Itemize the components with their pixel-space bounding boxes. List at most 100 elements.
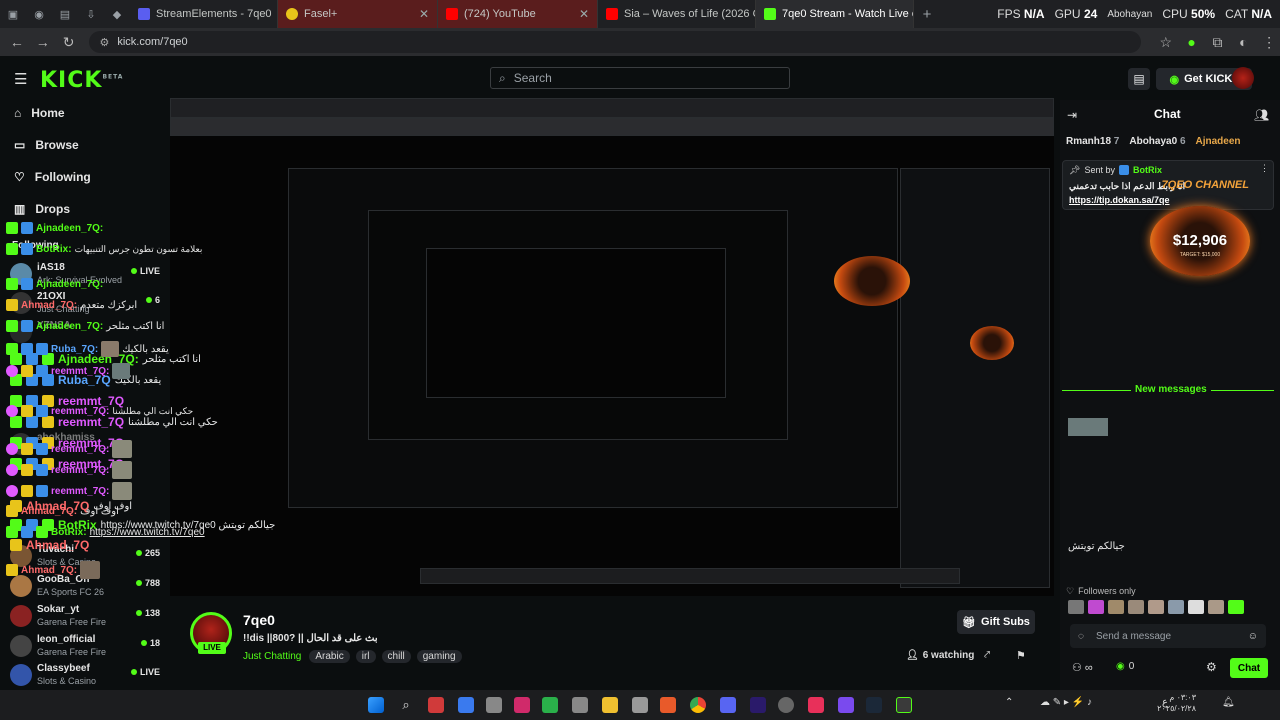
pinned-tab-diamond-icon[interactable]: ◆ [104, 0, 130, 28]
chat-users-icon[interactable]: 👥︎ [1254, 108, 1269, 122]
taskbar-app-icon[interactable] [778, 697, 794, 713]
top-gifter[interactable]: Ajnadeen [1196, 136, 1241, 147]
emote-icon[interactable] [1108, 600, 1124, 614]
chat-message-input[interactable]: ◌ Send a message ☺ [1070, 624, 1266, 648]
top-gifter[interactable]: Abohaya0 6 [1129, 136, 1185, 147]
send-chat-button[interactable]: Chat [1230, 658, 1268, 678]
chat-username[interactable]: reemmt_7Q: [51, 465, 109, 476]
chat-message[interactable]: Ahmad_7Q: [6, 561, 101, 579]
start-windows-icon[interactable] [368, 697, 384, 713]
chat-message[interactable]: reemmt_7Q: [6, 363, 131, 379]
pinned-tab-green-icon[interactable]: ▤ [52, 0, 78, 28]
taskbar-app-icon[interactable] [838, 697, 854, 713]
chat-username[interactable]: reemmt_7Q: [51, 406, 109, 417]
following-channel[interactable]: Classybeef Slots & Casino LIVE [10, 661, 160, 689]
notifications-icon[interactable]: 🔔︎ [1222, 697, 1235, 708]
channel-name[interactable]: 7qe0 [243, 612, 275, 628]
file-explorer-icon[interactable] [602, 697, 618, 713]
chat-username[interactable]: Ajnadeen_7Q: [36, 223, 103, 234]
collapse-chat-icon[interactable]: ⇥ [1067, 108, 1077, 122]
emote-icon[interactable] [1128, 600, 1144, 614]
following-channel[interactable]: leon_official Garena Free Fire 18 [10, 632, 160, 660]
tab-streamelements[interactable]: StreamElements - 7qe0 ✕ [130, 0, 278, 28]
url-input[interactable]: ⚙ kick.com/7qe0 [89, 31, 1141, 53]
profile-avatar-icon[interactable]: ◐ [1232, 31, 1254, 53]
emoji-picker-icon[interactable]: ☺ [1248, 631, 1258, 642]
chrome-icon[interactable] [690, 697, 706, 713]
report-icon[interactable]: ⚑ [1016, 649, 1026, 662]
chat-message[interactable]: reemmt_7Q: [6, 482, 133, 500]
chat-username[interactable]: Ajnadeen_7Q: [36, 321, 103, 332]
stream-tag[interactable]: Arabic [309, 650, 350, 663]
taskbar-search-icon[interactable]: ⌕ [398, 697, 414, 713]
following-channel[interactable]: Sokar_yt Garena Free Fire 138 [10, 602, 160, 630]
chat-username[interactable]: BotRix: [36, 244, 72, 255]
chat-username[interactable]: reemmt_7Q: [51, 366, 109, 377]
chat-link[interactable]: https://www.twitch.tv/7qe0 [90, 527, 205, 538]
chat-message[interactable]: Ahmad_7Q: ابركزك متعدم [6, 299, 137, 311]
stream-tag[interactable]: irl [355, 650, 376, 663]
chat-message[interactable]: Ajnadeen_7Q: [6, 278, 103, 290]
sidebar-item-drops[interactable]: ▥ Drops [14, 202, 70, 216]
taskbar-app-icon[interactable] [896, 697, 912, 713]
emote-icon[interactable] [1208, 600, 1224, 614]
chat-username[interactable]: reemmt_7Q: [51, 444, 109, 455]
bookmark-star-icon[interactable]: ☆ [1155, 31, 1177, 53]
steam-icon[interactable] [866, 697, 882, 713]
video-player[interactable] [170, 98, 1054, 596]
chat-username[interactable]: BotRix: [51, 527, 87, 538]
chat-username[interactable]: Ajnadeen_7Q: [36, 279, 103, 290]
taskbar-app-icon[interactable] [458, 697, 474, 713]
chat-username[interactable]: reemmt_7Q: [51, 486, 109, 497]
sidebar-item-following[interactable]: ♡ Following [14, 170, 91, 184]
chat-message[interactable]: reemmt_7Q: [6, 440, 133, 458]
tab-sia-waves[interactable]: Sia – Waves of Life (2026 Offici... ✕ [598, 0, 756, 28]
pinned-menu-icon[interactable]: ⋮ [1260, 163, 1269, 174]
hamburger-menu-icon[interactable]: ☰ [14, 70, 27, 88]
tab-youtube[interactable]: (724) YouTube ✕ [438, 0, 598, 28]
chat-username[interactable]: Ruba_7Q: [51, 344, 98, 355]
chat-message[interactable]: Ruba_7Q: يقعد بالكيك [6, 341, 169, 357]
forward-icon[interactable]: → [32, 31, 54, 53]
close-tab-icon[interactable]: ✕ [419, 7, 429, 21]
taskbar-app-icon[interactable] [514, 697, 530, 713]
brave-browser-icon[interactable] [660, 697, 676, 713]
new-tab-button[interactable]: + [914, 0, 940, 28]
sidebar-item-home[interactable]: ⌂ Home [14, 106, 65, 120]
tiktok-icon[interactable] [808, 697, 824, 713]
browser-menu-icon[interactable]: ⋮ [1258, 31, 1280, 53]
emote-icon[interactable] [1168, 600, 1184, 614]
share-icon[interactable]: ⤤ [984, 649, 990, 662]
gift-subs-button[interactable]: 🎁︎ Gift Subs [957, 610, 1035, 634]
chat-username[interactable]: Ahmad_7Q: [21, 300, 77, 311]
kick-logo[interactable]: KICKBETA [40, 68, 123, 93]
user-avatar[interactable] [1232, 67, 1254, 89]
pinned-link[interactable]: https://tip.dokan.sa/7qe [1069, 195, 1170, 205]
sidebar-item-browse[interactable]: ▭ Browse [14, 138, 79, 152]
chat-message[interactable]: reemmt_7Q: حكي انت الي مطلشنا [6, 405, 193, 417]
top-gifter[interactable]: Rmanh18 7 [1066, 136, 1119, 147]
site-info-icon[interactable]: ⚙ [99, 36, 109, 49]
emote-icon[interactable] [1148, 600, 1164, 614]
pinned-tab-chrome-icon[interactable]: ◉ [26, 0, 52, 28]
system-clock[interactable]: ٠٣:٠٣ م ٢٠٢٥/٠٢/٢٨ [1157, 692, 1196, 714]
pinned-message[interactable]: 📌︎ Sent by BotRix انا رابط الدعم اذا حاب… [1062, 160, 1274, 210]
kicks-balance[interactable]: ◉ 0 [1116, 661, 1134, 672]
extensions-puzzle-icon[interactable]: ⧉ [1207, 31, 1229, 53]
chat-message[interactable]: Ajnadeen_7Q: [6, 222, 103, 234]
emote-icon[interactable] [1088, 600, 1104, 614]
taskbar-app-icon[interactable] [428, 697, 444, 713]
taskbar-app-icon[interactable] [572, 697, 588, 713]
back-icon[interactable]: ← [6, 31, 28, 53]
chat-rules-icon[interactable]: ⚇ ∞ [1072, 661, 1093, 674]
reload-icon[interactable]: ↻ [58, 31, 80, 53]
chat-message[interactable]: reemmt_7Q: [6, 461, 133, 479]
discord-icon[interactable] [720, 697, 736, 713]
tab-kick-stream[interactable]: 7qe0 Stream - Watch Live on Ki ✕ [756, 0, 914, 28]
pinned-tab-download-icon[interactable]: ⇩ [78, 0, 104, 28]
stream-tag[interactable]: chill [381, 650, 411, 663]
chat-message[interactable]: BotRix: https://www.twitch.tv/7qe0 [6, 526, 205, 538]
taskbar-settings-icon[interactable] [486, 697, 502, 713]
chat-username[interactable]: Ahmad_7Q: [21, 506, 77, 517]
stream-tag[interactable]: gaming [416, 650, 462, 663]
